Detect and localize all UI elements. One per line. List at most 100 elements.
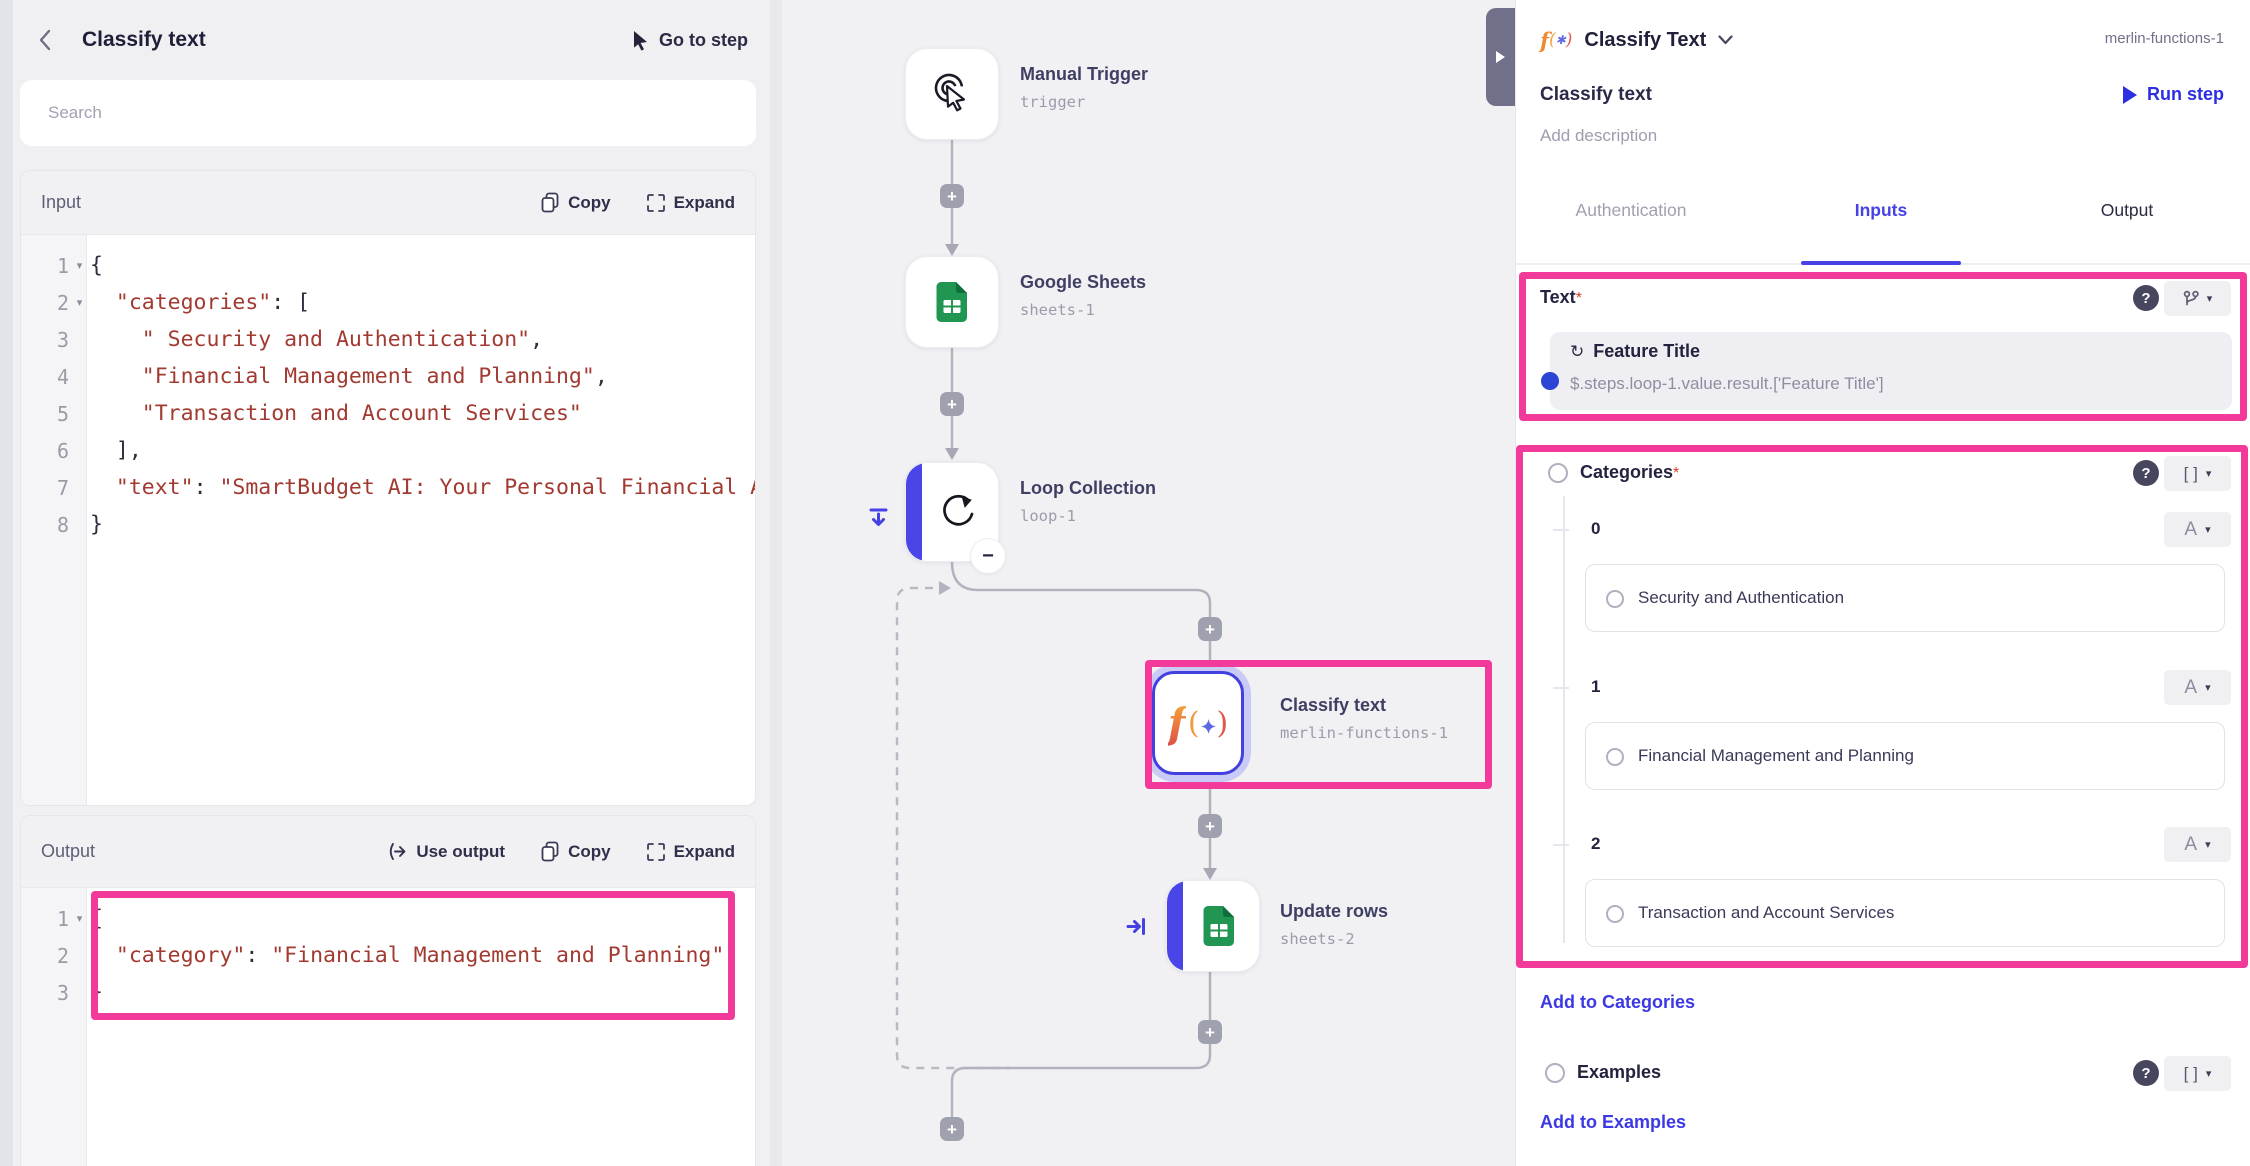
tab-authentication[interactable]: Authentication [1576,200,1687,221]
text-type-icon: A [2184,677,2197,699]
cursor-icon [632,30,649,51]
code-line: 2 "category": "Financial Management and … [21,937,755,974]
collapse-loop-button[interactable]: − [971,539,1005,573]
value-toggle-icon[interactable] [1606,748,1624,766]
expand-output-button[interactable]: Expand [647,842,735,862]
categories-toggle-icon[interactable] [1548,463,1568,483]
output-code: 1▾{2 "category": "Financial Management a… [21,900,755,1011]
expand-input-button[interactable]: Expand [647,193,735,213]
add-description[interactable]: Add description [1540,126,1657,146]
node-classify-text[interactable]: f( ) [1152,671,1244,775]
run-step-label: Run step [2147,84,2224,105]
add-to-examples-link[interactable]: Add to Examples [1540,1112,1686,1133]
code-line: 5 "Transaction and Account Services" [21,395,755,432]
node-manual-trigger[interactable] [905,48,999,140]
required-asterisk: * [1576,290,1582,307]
value-toggle-icon[interactable] [1606,590,1624,608]
code-line: 4 "Financial Management and Planning", [21,358,755,395]
fold-icon[interactable]: ▾ [69,912,90,925]
workflow-canvas[interactable]: + + + + + + Manual Trigger trigger Googl… [782,0,1515,1166]
input-label: Input [41,192,541,213]
line-number: 5 [21,402,69,426]
line-number: 1 [21,254,69,278]
copy-output-button[interactable]: Copy [541,841,611,862]
use-output-button[interactable]: Use output [386,842,505,862]
node-subtitle: loop-1 [1020,507,1076,525]
code-line: 7 "text": "SmartBudget AI: Your Personal… [21,469,755,506]
tree-line [1563,496,1565,943]
add-step-button[interactable]: + [940,184,964,208]
line-number: 3 [21,981,69,1005]
step-id: merlin-functions-1 [2105,30,2224,47]
array-type-selector[interactable]: [ ]▾ [2164,1056,2231,1091]
add-step-button[interactable]: + [1198,617,1222,641]
fold-icon[interactable]: ▾ [69,296,90,309]
text-field-value-title: ↻ Feature Title [1570,341,1700,362]
code-text: "Transaction and Account Services" [90,401,582,426]
add-step-button[interactable]: + [940,392,964,416]
caret-down-icon: ▾ [2207,292,2213,305]
array-type-selector[interactable]: [ ]▾ [2164,456,2231,491]
merlin-functions-icon: f(✱) [1540,28,1572,53]
string-type-selector[interactable]: A▾ [2164,670,2231,705]
tab-inputs[interactable]: Inputs [1855,200,1908,221]
collapse-panel-handle[interactable] [1486,8,1515,106]
caret-down-icon: ▾ [2205,838,2211,851]
add-step-button[interactable]: + [940,1117,964,1141]
category-item-input[interactable]: Transaction and Account Services [1585,879,2225,947]
tab-output[interactable]: Output [2101,200,2154,221]
input-code-editor[interactable]: 1▾{2▾ "categories": [3 " Security and Au… [21,235,755,805]
node-title: Classify text [1280,695,1386,716]
string-type-selector[interactable]: A▾ [2164,827,2231,862]
brackets-icon: [ ] [2184,1064,2198,1084]
merlin-functions-icon: f( ) [1168,699,1229,748]
caret-down-icon: ▾ [2206,467,2212,480]
back-icon[interactable] [30,25,60,55]
fold-icon[interactable]: ▾ [69,259,90,272]
category-item-index: 0 [1591,519,1600,539]
help-icon[interactable]: ? [2133,1060,2159,1086]
caret-down-icon: ▾ [2205,681,2211,694]
run-step-button[interactable]: Run step [2123,84,2224,105]
add-to-categories-link[interactable]: Add to Categories [1540,992,1695,1013]
help-icon[interactable]: ? [2133,285,2159,311]
category-item-input[interactable]: Security and Authentication [1585,564,2225,632]
category-item-index: 2 [1591,834,1600,854]
string-type-selector[interactable]: A▾ [2164,512,2231,547]
code-text: ], [90,438,142,463]
tab-bar: Authentication Inputs Output [1516,164,2250,265]
category-item-input[interactable]: Financial Management and Planning [1585,722,2225,790]
categories-label: Categories* [1580,462,1679,483]
loop-ref-icon: ↻ [1570,342,1584,362]
code-line: 3 " Security and Authentication", [21,321,755,358]
search-input[interactable] [20,80,756,146]
value-toggle-icon[interactable] [1606,905,1624,923]
node-subtitle: trigger [1020,93,1085,111]
help-icon[interactable]: ? [2133,460,2159,486]
tree-tick [1553,529,1569,531]
loop-icon [935,489,981,535]
examples-toggle-icon[interactable] [1545,1063,1565,1083]
go-to-step-button[interactable]: Go to step [632,30,748,51]
text-field-value[interactable]: ↻ Feature Title $.steps.loop-1.value.res… [1550,332,2232,410]
add-step-button[interactable]: + [1198,1020,1222,1044]
text-field-value-path: $.steps.loop-1.value.result.['Feature Ti… [1570,374,1884,394]
output-code-editor[interactable]: 1▾{2 "category": "Financial Management a… [21,888,755,1166]
input-code: 1▾{2▾ "categories": [3 " Security and Au… [21,247,755,543]
output-label: Output [41,841,386,862]
code-text: { [90,253,103,278]
use-output-label: Use output [416,842,505,862]
step-type-header[interactable]: f(✱) Classify Text [1540,22,1733,58]
code-text: } [90,512,103,537]
add-step-button[interactable]: + [1198,814,1222,838]
node-google-sheets[interactable] [905,256,999,348]
active-tab-underline [1801,261,1961,265]
copy-input-button[interactable]: Copy [541,192,611,213]
value-type-selector-expression[interactable]: ▾ [2164,281,2231,316]
code-line: 6 ], [21,432,755,469]
tree-tick [1553,844,1569,846]
caret-down-icon: ▾ [2205,523,2211,536]
node-update-rows[interactable] [1166,880,1260,972]
code-text: "text": "SmartBudget AI: Your Personal F… [90,475,756,500]
code-line: 1▾{ [21,900,755,937]
